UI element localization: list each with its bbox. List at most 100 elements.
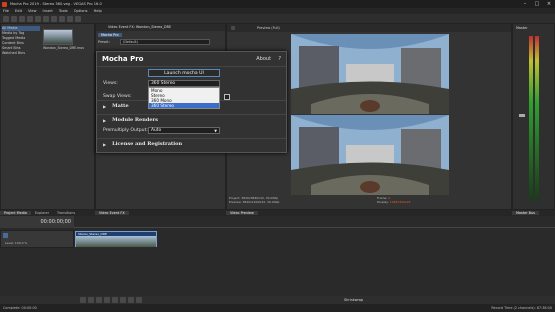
views-option-360-stereo[interactable]: 360 Stereo	[149, 103, 219, 108]
play-icon[interactable]	[104, 297, 110, 303]
status-record-time: Record Time (2 channels): 87:38:00	[491, 306, 552, 310]
tab-master-bus[interactable]: Master Bus	[512, 211, 539, 215]
premultiply-value: Auto	[151, 128, 162, 133]
display-value: 1048x344x24	[389, 200, 411, 204]
section-license-label: License and Registration	[112, 141, 183, 147]
maximize-button[interactable]: □	[531, 0, 543, 8]
window-title: Mocha Pro 2019 - Stereo 360.veg - VEGAS …	[10, 2, 102, 6]
mocha-pro-dialog: Mocha Pro About ? Launch mocha UI Views:…	[96, 51, 287, 153]
track-number-icon	[3, 233, 8, 238]
help-icon[interactable]: ?	[278, 56, 281, 62]
section-module-renders[interactable]: ▶ Module Renders	[97, 114, 286, 125]
master-bus-panel: Master	[512, 23, 555, 210]
window-controls: – □ ×	[519, 0, 555, 8]
save-icon[interactable]	[19, 15, 25, 22]
preview-settings-icon[interactable]	[231, 26, 235, 30]
fx-chain-item[interactable]: Mocha Pro	[98, 32, 122, 37]
timeline-timecode: 00:00:00;00	[40, 219, 71, 225]
project-media-panel: All Media Media by Tag Tagged Media Cont…	[0, 23, 95, 210]
expand-arrow-icon: ▶	[103, 141, 107, 147]
menu-tools[interactable]: Tools	[59, 9, 68, 13]
tab-explorer[interactable]: Explorer	[31, 211, 53, 215]
menu-edit[interactable]: Edit	[15, 9, 22, 13]
zoom-label[interactable]: Shrinkwrap	[344, 298, 363, 302]
tab-project-media[interactable]: Project Media	[0, 211, 31, 215]
preset-label: Preset:	[98, 39, 110, 44]
level-meter-right	[535, 36, 539, 201]
master-title: Master	[516, 26, 528, 30]
level-meter-left	[529, 36, 533, 201]
properties-icon[interactable]	[35, 15, 41, 22]
media-thumbnail-item[interactable]: Wandon_Stereo_DRE.mov	[43, 29, 84, 50]
clip-thumb	[76, 236, 103, 247]
street-360-top-image	[291, 34, 449, 114]
preview-bottom-eye	[291, 115, 449, 195]
swap-views-label: Swap Views:	[103, 94, 132, 99]
loop-icon[interactable]	[88, 297, 94, 303]
close-button[interactable]: ×	[543, 0, 555, 8]
tree-item-watched-bins[interactable]: Watched Bins	[2, 51, 40, 56]
dialog-header: Mocha Pro About ?	[97, 52, 286, 67]
media-thumbnail	[43, 29, 73, 45]
new-project-icon[interactable]	[3, 15, 9, 22]
section-matte-label: Matte	[112, 103, 129, 109]
video-track-header[interactable]: Level: 100.0 %	[0, 230, 74, 248]
street-360-bottom-image	[291, 115, 449, 195]
main-toolbar	[0, 14, 555, 23]
minimize-button[interactable]: –	[519, 0, 531, 8]
clip-thumb	[102, 236, 130, 247]
copy-icon[interactable]	[51, 15, 57, 22]
menu-view[interactable]: View	[28, 9, 37, 13]
go-to-end-icon[interactable]	[136, 297, 142, 303]
cut-icon[interactable]	[43, 15, 49, 22]
launch-mocha-ui-button[interactable]: Launch mocha UI	[148, 69, 220, 77]
menu-insert[interactable]: Insert	[43, 9, 53, 13]
record-icon[interactable]	[80, 297, 86, 303]
video-clip[interactable]: Stereo_Stereo_DRE	[75, 231, 157, 247]
paste-icon[interactable]	[59, 15, 65, 22]
dialog-title: Mocha Pro	[102, 55, 144, 63]
tab-video-preview[interactable]: Video Preview	[226, 211, 258, 215]
views-dropdown-list: Mono Stereo 360 Mono 360 Stereo	[148, 87, 220, 109]
preset-select[interactable]: (Default)	[120, 38, 210, 45]
tab-video-event-fx[interactable]: Video Event FX	[95, 211, 129, 215]
render-icon[interactable]	[27, 15, 33, 22]
preview-top-eye	[291, 34, 449, 114]
go-to-start-icon[interactable]	[128, 297, 134, 303]
menu-help[interactable]: Help	[94, 9, 102, 13]
about-link[interactable]: About	[256, 56, 271, 62]
stop-icon[interactable]	[120, 297, 126, 303]
preview-info: Preview: 3840x1920x32, 30.000p	[229, 200, 280, 204]
expand-arrow-icon: ▶	[103, 117, 107, 123]
timeline-ruler[interactable]	[74, 216, 555, 228]
premultiply-select[interactable]: Auto ▼	[148, 127, 220, 134]
clip-thumb	[129, 236, 157, 247]
status-complete: Complete: 00:00:00	[3, 306, 37, 310]
expand-arrow-icon: ▶	[103, 103, 107, 109]
status-bar: Complete: 00:00:00 Record Time (2 channe…	[0, 304, 555, 312]
premultiply-label: Premultiply Output:	[103, 128, 148, 133]
display-label: Display:	[377, 200, 389, 204]
open-icon[interactable]	[11, 15, 17, 22]
chevron-down-icon: ▼	[214, 129, 217, 133]
play-from-start-icon[interactable]	[96, 297, 102, 303]
menu-options[interactable]: Options	[74, 9, 88, 13]
title-bar: Mocha Pro 2019 - Stereo 360.veg - VEGAS …	[0, 0, 555, 8]
pause-icon[interactable]	[112, 297, 118, 303]
timeline-area: 00:00:00;00 Level: 100.0 % Stereo_Stereo…	[0, 216, 555, 300]
tab-transitions[interactable]: Transitions	[53, 211, 79, 215]
section-module-renders-label: Module Renders	[112, 117, 158, 123]
redo-icon[interactable]	[75, 15, 81, 22]
menu-file[interactable]: File	[3, 9, 9, 13]
views-label: Views:	[103, 81, 118, 86]
fx-panel-title: Video Event FX: Wandon_Stereo_DRE	[96, 24, 225, 31]
transport-bar: Shrinkwrap	[0, 296, 555, 304]
section-license[interactable]: ▶ License and Registration	[97, 138, 286, 149]
app-icon	[2, 1, 7, 7]
views-select[interactable]: 360 Stereo	[148, 80, 220, 87]
media-filename: Wandon_Stereo_DRE.mov	[43, 46, 85, 50]
master-fader-handle[interactable]	[519, 114, 525, 117]
track-level: Level: 100.0 %	[5, 241, 28, 245]
preview-title: Preview (Full)	[257, 26, 280, 30]
undo-icon[interactable]	[67, 15, 73, 22]
